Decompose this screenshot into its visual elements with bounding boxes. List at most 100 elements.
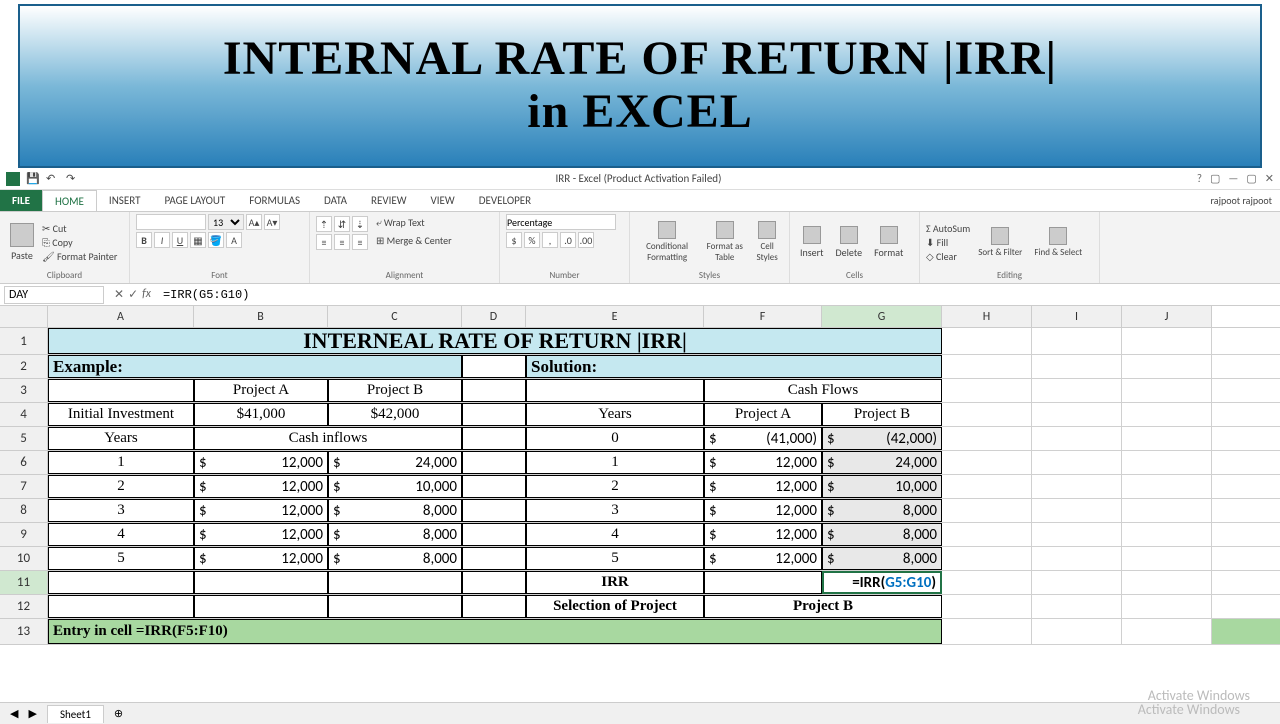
row-10[interactable]: 10: [0, 547, 48, 571]
cell-A4[interactable]: Initial Investment: [48, 403, 194, 426]
add-sheet-icon[interactable]: ⊕: [114, 707, 123, 720]
cell-B12[interactable]: [194, 595, 328, 618]
bold-button[interactable]: B: [136, 232, 152, 248]
cell-blank[interactable]: [1032, 547, 1122, 570]
cell-J13[interactable]: [1122, 619, 1212, 644]
cell-F4[interactable]: Project A: [704, 403, 822, 426]
cell-G11[interactable]: =IRR(G5:G10): [822, 571, 942, 594]
cell-E5[interactable]: 0: [526, 427, 704, 450]
autosum-button[interactable]: Σ AutoSum: [926, 222, 970, 235]
fill-color-button[interactable]: 🪣: [208, 232, 224, 248]
italic-button[interactable]: I: [154, 232, 170, 248]
cell-H12[interactable]: [942, 595, 1032, 618]
cell-year[interactable]: 3: [48, 499, 194, 522]
cell-inflowA[interactable]: $12,000: [194, 451, 328, 474]
cells-area[interactable]: INTERNEAL RATE OF RETURN |IRR| Example: …: [48, 328, 1280, 645]
cell-year-r[interactable]: 2: [526, 475, 704, 498]
cell-J12[interactable]: [1122, 595, 1212, 618]
cell-C12[interactable]: [328, 595, 462, 618]
align-center-icon[interactable]: ≡: [334, 234, 350, 250]
formula-input[interactable]: =IRR(G5:G10): [157, 288, 1280, 302]
cell-title[interactable]: INTERNEAL RATE OF RETURN |IRR|: [48, 328, 942, 354]
cell-gap[interactable]: [462, 499, 526, 522]
align-left-icon[interactable]: ≡: [316, 234, 332, 250]
cell-A11[interactable]: [48, 571, 194, 594]
align-top-icon[interactable]: ⇡: [316, 216, 332, 232]
redo-icon[interactable]: ↷: [66, 172, 80, 186]
border-button[interactable]: ▦: [190, 232, 206, 248]
cell-cashinflows[interactable]: Cash inflows: [194, 427, 462, 450]
wrap-text-button[interactable]: ⤶ Wrap Text: [376, 216, 425, 232]
cell-A3[interactable]: [48, 379, 194, 402]
cell-blank[interactable]: [1122, 523, 1212, 546]
cell-J4[interactable]: [1122, 403, 1212, 426]
cell-I1[interactable]: [1032, 328, 1122, 354]
cell-blank[interactable]: [942, 547, 1032, 570]
cell-J3[interactable]: [1122, 379, 1212, 402]
cell-B4[interactable]: $41,000: [194, 403, 328, 426]
font-name-input[interactable]: [136, 214, 206, 230]
row-1[interactable]: 1: [0, 328, 48, 355]
tab-page-layout[interactable]: PAGE LAYOUT: [152, 190, 237, 211]
cell-A5[interactable]: Years: [48, 427, 194, 450]
cell-C3[interactable]: Project B: [328, 379, 462, 402]
cell-inflowB[interactable]: $24,000: [328, 451, 462, 474]
cell-FG12[interactable]: Project B: [704, 595, 942, 618]
cell-F5[interactable]: $(41,000): [704, 427, 822, 450]
cell-blank[interactable]: [1032, 451, 1122, 474]
ribbon-options-icon[interactable]: ▢: [1210, 172, 1220, 185]
cell-D12[interactable]: [462, 595, 526, 618]
col-J[interactable]: J: [1122, 306, 1212, 327]
cell-blank[interactable]: [942, 475, 1032, 498]
tab-review[interactable]: REVIEW: [359, 190, 419, 211]
cell-E4[interactable]: Years: [526, 403, 704, 426]
increase-font-icon[interactable]: A▴: [246, 214, 262, 230]
font-color-button[interactable]: A: [226, 232, 242, 248]
cell-D3[interactable]: [462, 379, 526, 402]
currency-icon[interactable]: $: [506, 232, 522, 248]
comma-icon[interactable]: ,: [542, 232, 558, 248]
delete-button[interactable]: Delete: [832, 224, 867, 261]
cell-gap[interactable]: [462, 523, 526, 546]
conditional-formatting-button[interactable]: Conditional Formatting: [636, 219, 698, 265]
name-box[interactable]: DAY: [4, 286, 104, 304]
cell-cfA[interactable]: $12,000: [704, 499, 822, 522]
cell-C4[interactable]: $42,000: [328, 403, 462, 426]
tab-insert[interactable]: INSERT: [97, 190, 153, 211]
cell-cfA[interactable]: $12,000: [704, 547, 822, 570]
cell-year[interactable]: 4: [48, 523, 194, 546]
cell-C11[interactable]: [328, 571, 462, 594]
cell-inflowA[interactable]: $12,000: [194, 523, 328, 546]
cell-solution[interactable]: Solution:: [526, 355, 942, 378]
tab-view[interactable]: VIEW: [419, 190, 467, 211]
cell-year[interactable]: 5: [48, 547, 194, 570]
align-middle-icon[interactable]: ⇵: [334, 216, 350, 232]
format-button[interactable]: Format: [870, 224, 907, 261]
cell-E3[interactable]: [526, 379, 704, 402]
cell-inflowB[interactable]: $10,000: [328, 475, 462, 498]
cell-blank[interactable]: [1122, 475, 1212, 498]
cell-D4[interactable]: [462, 403, 526, 426]
cell-D11[interactable]: [462, 571, 526, 594]
col-E[interactable]: E: [526, 306, 704, 327]
cell-J11[interactable]: [1122, 571, 1212, 594]
cell-gap[interactable]: [462, 475, 526, 498]
select-all-corner[interactable]: [0, 306, 48, 327]
tab-formulas[interactable]: FORMULAS: [237, 190, 312, 211]
row-6[interactable]: 6: [0, 451, 48, 475]
cell-inflowB[interactable]: $8,000: [328, 499, 462, 522]
undo-icon[interactable]: ↶: [46, 172, 60, 186]
insert-button[interactable]: Insert: [796, 224, 828, 261]
fx-icon[interactable]: fx: [142, 287, 151, 302]
col-A[interactable]: A: [48, 306, 194, 327]
number-format-select[interactable]: [506, 214, 616, 230]
cell-I2[interactable]: [1032, 355, 1122, 378]
underline-button[interactable]: U: [172, 232, 188, 248]
format-as-table-button[interactable]: Format as Table: [702, 219, 747, 265]
align-right-icon[interactable]: ≡: [352, 234, 368, 250]
cell-J2[interactable]: [1122, 355, 1212, 378]
col-C[interactable]: C: [328, 306, 462, 327]
cell-blank[interactable]: [1122, 451, 1212, 474]
cell-year-r[interactable]: 1: [526, 451, 704, 474]
col-H[interactable]: H: [942, 306, 1032, 327]
